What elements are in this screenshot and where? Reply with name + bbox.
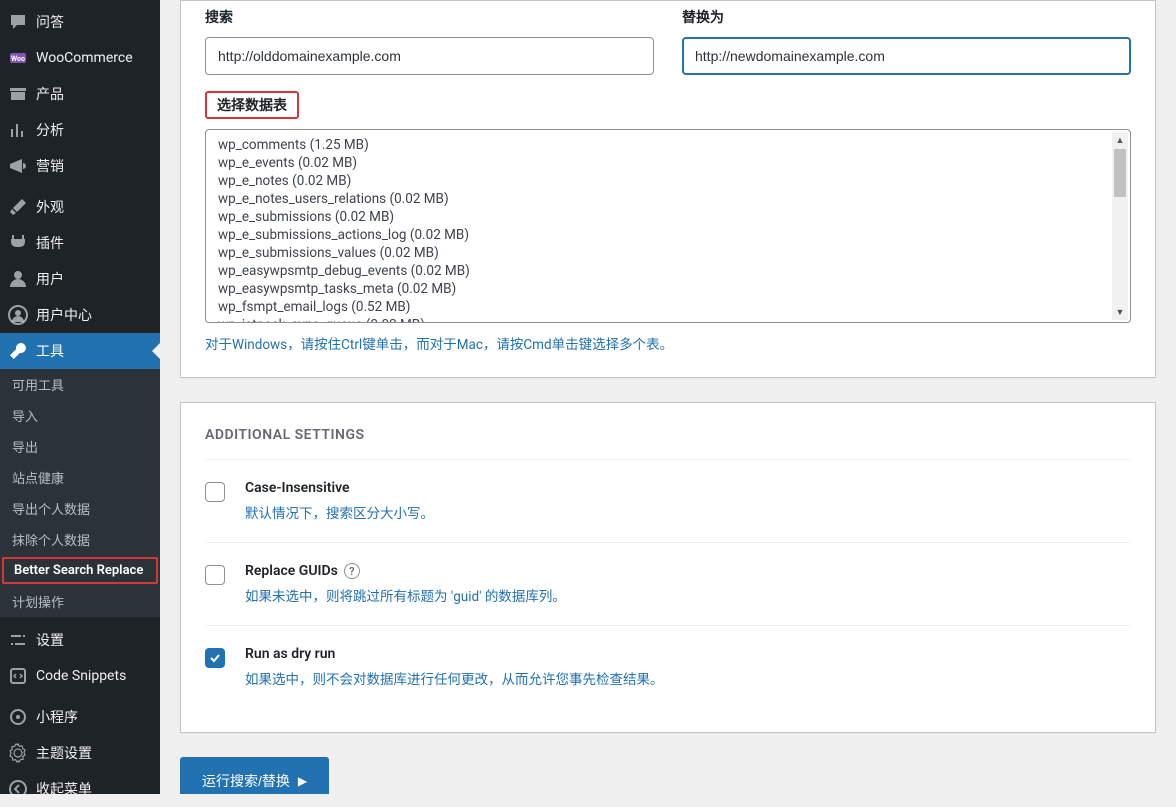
sidebar-label: 收起菜单 <box>36 779 92 799</box>
sidebar-submenu: 可用工具导入导出站点健康导出个人数据抹除个人数据Better Search Re… <box>0 369 160 617</box>
replace-guids-checkbox[interactable] <box>205 565 225 585</box>
scroll-up-icon[interactable]: ▲ <box>1112 132 1128 148</box>
table-option[interactable]: wp_e_submissions_actions_log (0.02 MB) <box>218 226 1118 244</box>
dry-title: Run as dry run <box>245 646 664 662</box>
sidebar-label: 用户 <box>36 269 64 289</box>
svg-text:Woo: Woo <box>11 55 25 63</box>
table-option[interactable]: wp_e_submissions (0.02 MB) <box>218 208 1118 226</box>
sidebar-item-users[interactable]: 用户 <box>0 261 160 297</box>
sidebar-sub-item[interactable]: 站点健康 <box>0 462 160 493</box>
swirl-icon <box>8 707 28 727</box>
tables-help: 对于Windows，请按住Ctrl键单击，而对于Mac，请按Cmd单击键选择多个… <box>205 333 1131 353</box>
sidebar-item-tools[interactable]: 工具 <box>0 333 160 369</box>
sidebar-label: 营销 <box>36 156 64 176</box>
dry-desc: 如果选中，则不会对数据库进行任何更改，从而允许您事先检查结果。 <box>245 668 664 688</box>
replace-input[interactable] <box>682 37 1131 75</box>
wrench-icon <box>8 341 28 361</box>
collapse-icon <box>8 779 28 799</box>
sidebar-item-woocommerce[interactable]: Woo WooCommerce <box>0 40 160 76</box>
tables-scrollbar[interactable]: ▲ ▼ <box>1112 132 1128 320</box>
code-icon <box>8 666 28 686</box>
case-title: Case-Insensitive <box>245 480 434 496</box>
admin-sidebar: 问答 Woo WooCommerce 产品 分析 营销 外观 插件 用 <box>0 0 160 794</box>
sidebar-sub-item[interactable]: 计划操作 <box>0 586 160 617</box>
sidebar-label: 插件 <box>36 233 64 253</box>
sidebar-sub-item[interactable]: 抹除个人数据 <box>0 524 160 555</box>
sliders-icon <box>8 630 28 650</box>
help-icon[interactable]: ? <box>344 563 360 579</box>
sidebar-label: 工具 <box>36 341 64 361</box>
sidebar-item-collapse[interactable]: 收起菜单 <box>0 771 160 807</box>
megaphone-icon <box>8 156 28 176</box>
table-option[interactable]: wp_e_submissions_values (0.02 MB) <box>218 244 1118 262</box>
user-icon <box>8 269 28 289</box>
sidebar-sub-item[interactable]: 导入 <box>0 400 160 431</box>
table-option[interactable]: wp_easywpsmtp_tasks_meta (0.02 MB) <box>218 280 1118 298</box>
sidebar-item-analytics[interactable]: 分析 <box>0 112 160 148</box>
sidebar-item-products[interactable]: 产品 <box>0 76 160 112</box>
tables-label: 选择数据表 <box>205 91 299 119</box>
case-insensitive-checkbox[interactable] <box>205 482 225 502</box>
sidebar-item-plugins[interactable]: 插件 <box>0 225 160 261</box>
woo-icon: Woo <box>8 48 28 68</box>
archive-icon <box>8 84 28 104</box>
brush-icon <box>8 197 28 217</box>
guids-desc: 如果未选中，则将跳过所有标题为 'guid' 的数据库列。 <box>245 585 566 605</box>
sidebar-label: 设置 <box>36 630 64 650</box>
table-option[interactable]: wp_e_notes_users_relations (0.02 MB) <box>218 190 1118 208</box>
sidebar-label: Code Snippets <box>36 668 126 684</box>
table-option[interactable]: wp_comments (1.25 MB) <box>218 136 1118 154</box>
tables-select[interactable]: wp_comments (1.25 MB)wp_e_events (0.02 M… <box>205 129 1131 323</box>
submit-label: 运行搜索/替换 <box>202 771 290 791</box>
dry-run-checkbox[interactable] <box>205 648 225 668</box>
table-option[interactable]: wp_e_notes (0.02 MB) <box>218 172 1118 190</box>
sidebar-item-user-center[interactable]: 用户中心 <box>0 297 160 333</box>
search-label: 搜索 <box>205 7 654 27</box>
sidebar-label: 小程序 <box>36 707 78 727</box>
sidebar-label: 分析 <box>36 120 64 140</box>
sidebar-label: 产品 <box>36 84 64 104</box>
sidebar-label: 问答 <box>36 12 64 32</box>
sidebar-label: 外观 <box>36 197 64 217</box>
scroll-down-icon[interactable]: ▼ <box>1112 304 1128 320</box>
additional-title: ADDITIONAL SETTINGS <box>205 403 1131 459</box>
main-content: 搜索 替换为 选择数据表 wp_comments (1.25 MB)wp_e_e… <box>160 0 1176 794</box>
additional-settings-card: ADDITIONAL SETTINGS Case-Insensitive 默认情… <box>180 402 1156 733</box>
scroll-thumb[interactable] <box>1114 149 1126 197</box>
sidebar-sub-item[interactable]: Better Search Replace <box>2 557 158 584</box>
chevron-right-icon: ▶ <box>298 774 307 788</box>
run-search-replace-button[interactable]: 运行搜索/替换 ▶ <box>180 757 329 794</box>
search-input[interactable] <box>205 37 654 75</box>
guids-title-text: Replace GUIDs <box>245 563 338 579</box>
sidebar-item-appearance[interactable]: 外观 <box>0 189 160 225</box>
sidebar-item-miniprogram[interactable]: 小程序 <box>0 699 160 735</box>
sidebar-label: 主题设置 <box>36 743 92 763</box>
table-option[interactable]: wp_jetpack_sync_queue (0.02 MB) <box>218 316 1118 322</box>
sidebar-sub-item[interactable]: 可用工具 <box>0 369 160 400</box>
sidebar-label: WooCommerce <box>36 50 133 66</box>
sidebar-item-code-snippets[interactable]: Code Snippets <box>0 658 160 694</box>
case-desc: 默认情况下，搜索区分大小写。 <box>245 502 434 522</box>
sidebar-item-theme-settings[interactable]: 主题设置 <box>0 735 160 771</box>
chat-icon <box>8 12 28 32</box>
sidebar-item-qa[interactable]: 问答 <box>0 4 160 40</box>
sidebar-label: 用户中心 <box>36 305 92 325</box>
table-option[interactable]: wp_fsmpt_email_logs (0.52 MB) <box>218 298 1118 316</box>
sidebar-sub-item[interactable]: 导出个人数据 <box>0 493 160 524</box>
guids-title: Replace GUIDs ? <box>245 563 566 579</box>
sidebar-item-marketing[interactable]: 营销 <box>0 148 160 184</box>
table-option[interactable]: wp_e_events (0.02 MB) <box>218 154 1118 172</box>
plug-icon <box>8 233 28 253</box>
sidebar-sub-item[interactable]: 导出 <box>0 431 160 462</box>
search-replace-card: 搜索 替换为 选择数据表 wp_comments (1.25 MB)wp_e_e… <box>180 0 1156 378</box>
gear-icon <box>8 743 28 763</box>
replace-label: 替换为 <box>682 7 1131 27</box>
table-option[interactable]: wp_easywpsmtp_debug_events (0.02 MB) <box>218 262 1118 280</box>
sidebar-item-settings[interactable]: 设置 <box>0 622 160 658</box>
chart-icon <box>8 120 28 140</box>
circle-user-icon <box>8 305 28 325</box>
